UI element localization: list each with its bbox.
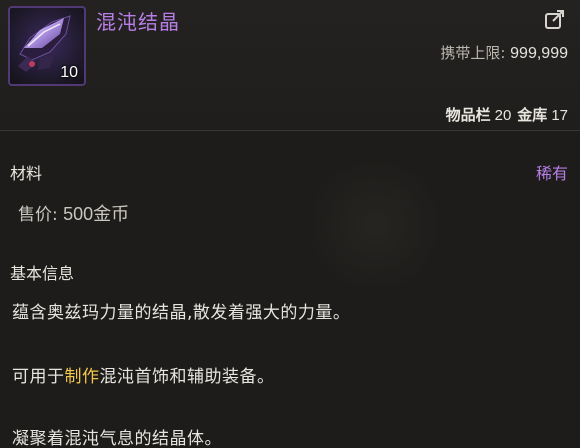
description-line-1: 蕴含奥兹玛力量的结晶,散发着强大的力量。	[12, 303, 351, 323]
craft-link[interactable]: 制作	[65, 367, 100, 387]
inventory-count: 20	[494, 107, 512, 124]
vault-count: 17	[551, 107, 568, 124]
storage-counts: 物品栏 20 金库 17	[446, 104, 574, 125]
description-line-2: 可用于制作混沌首饰和辅助装备。	[12, 362, 275, 387]
item-name: 混沌结晶	[96, 10, 180, 34]
background-shadow	[300, 160, 450, 290]
carry-limit-label: 携带上限:	[440, 44, 506, 62]
carry-limit: 携带上限: 999,999	[440, 42, 568, 63]
carry-limit-value: 999,999	[510, 45, 568, 62]
basic-info-title: 基本信息	[10, 264, 75, 283]
item-icon-slot[interactable]: 10	[8, 6, 86, 86]
line2-prefix: 可用于	[12, 367, 65, 387]
inventory-label: 物品栏	[445, 106, 491, 124]
price-label: 售价:	[18, 205, 58, 225]
description-line-3: 凝聚着混沌气息的结晶体。	[12, 429, 222, 448]
price-value: 500金币	[63, 204, 130, 224]
stack-count: 10	[60, 64, 78, 81]
item-type: 材料	[10, 164, 43, 183]
share-icon[interactable]	[544, 8, 566, 30]
vault-label: 金库	[517, 106, 548, 124]
item-rarity: 稀有	[535, 164, 568, 183]
line2-suffix: 混沌首饰和辅助装备。	[99, 367, 275, 387]
sell-price: 售价: 500金币	[18, 200, 129, 226]
tooltip-body	[0, 131, 580, 448]
item-tooltip: 10 混沌结晶 携带上限: 999,999 物品栏 20 金库 17 材料 稀有 售价…	[0, 0, 580, 448]
